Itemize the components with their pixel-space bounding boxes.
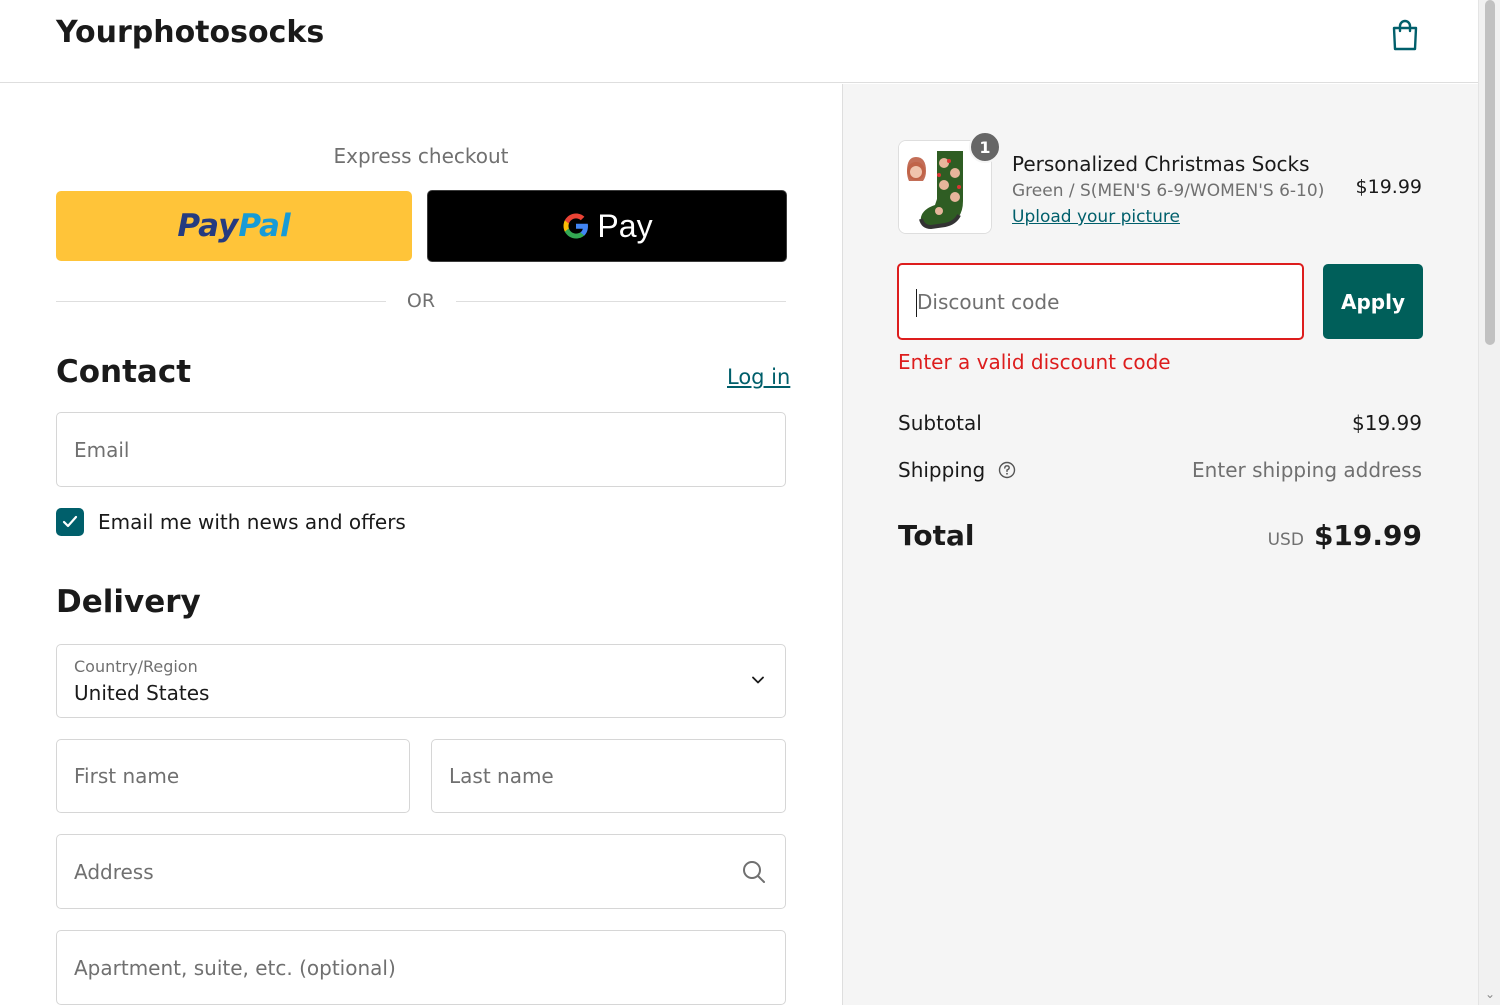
shopping-bag-icon[interactable]: [1390, 18, 1420, 52]
google-g-icon: [563, 213, 589, 239]
upload-picture-link[interactable]: Upload your picture: [1012, 207, 1180, 227]
country-label: Country/Region: [74, 657, 198, 676]
scrollbar-thumb[interactable]: [1485, 0, 1495, 345]
or-divider: OR: [56, 290, 786, 314]
total-amount: $19.99: [1313, 519, 1422, 552]
site-header: Yourphotosocks: [0, 0, 1478, 83]
newsletter-checkbox[interactable]: [56, 508, 84, 536]
shipping-value: Enter shipping address: [1192, 458, 1422, 482]
apartment-field[interactable]: Apartment, suite, etc. (optional): [56, 930, 786, 1005]
total-value-group: USD $19.99: [1268, 519, 1422, 552]
checkmark-icon: [62, 515, 78, 528]
country-value: United States: [74, 681, 210, 705]
last-name-field[interactable]: Last name: [431, 739, 786, 813]
newsletter-label: Email me with news and offers: [98, 510, 406, 534]
express-checkout-label: Express checkout: [333, 144, 509, 168]
product-variant: Green / S(MEN'S 6-9/WOMEN'S 6-10): [1012, 181, 1325, 201]
search-icon[interactable]: [741, 859, 767, 885]
login-link[interactable]: Log in: [727, 365, 790, 389]
last-name-placeholder: Last name: [449, 764, 554, 788]
delivery-title: Delivery: [56, 584, 201, 620]
first-name-field[interactable]: First name: [56, 739, 410, 813]
google-pay-label: Pay: [597, 207, 653, 244]
first-name-placeholder: First name: [74, 764, 180, 788]
shipping-row-label: Shipping: [898, 458, 1016, 482]
email-field[interactable]: Email: [56, 412, 786, 487]
subtotal-label: Subtotal: [898, 411, 982, 435]
total-label: Total: [898, 519, 975, 552]
email-placeholder: Email: [74, 437, 130, 462]
apply-discount-button[interactable]: Apply: [1323, 264, 1423, 339]
contact-title: Contact: [56, 354, 192, 390]
or-text: OR: [406, 290, 436, 312]
page-scrollbar[interactable]: ⌄: [1478, 0, 1500, 1005]
paypal-logo-part1: Pay: [177, 208, 239, 244]
google-pay-button[interactable]: Pay: [427, 190, 787, 262]
paypal-button[interactable]: Pay Pal: [56, 191, 412, 261]
help-circle-icon[interactable]: [998, 461, 1016, 479]
product-price: $19.99: [1355, 176, 1422, 198]
newsletter-option[interactable]: Email me with news and offers: [56, 508, 406, 536]
quantity-badge: 1: [969, 131, 1001, 163]
shipping-label: Shipping: [898, 458, 986, 482]
paypal-logo-part2: Pal: [238, 208, 291, 244]
apartment-placeholder: Apartment, suite, etc. (optional): [74, 955, 396, 980]
subtotal-value: $19.99: [1352, 411, 1422, 435]
chevron-down-icon: [752, 676, 764, 684]
discount-error-message: Enter a valid discount code: [898, 350, 1171, 374]
store-logo[interactable]: Yourphotosocks: [56, 15, 324, 50]
scroll-down-arrow-icon[interactable]: ⌄: [1485, 987, 1495, 1001]
address-field[interactable]: Address: [56, 834, 786, 909]
address-placeholder: Address: [74, 859, 154, 884]
total-currency: USD: [1267, 530, 1304, 550]
checkout-form: Express checkout Pay Pal Pay OR Contact L…: [0, 84, 842, 1005]
discount-code-input[interactable]: Discount code: [897, 263, 1304, 340]
country-select[interactable]: Country/Region United States: [56, 644, 786, 718]
product-name: Personalized Christmas Socks: [1012, 152, 1310, 176]
discount-placeholder: Discount code: [917, 289, 1060, 314]
